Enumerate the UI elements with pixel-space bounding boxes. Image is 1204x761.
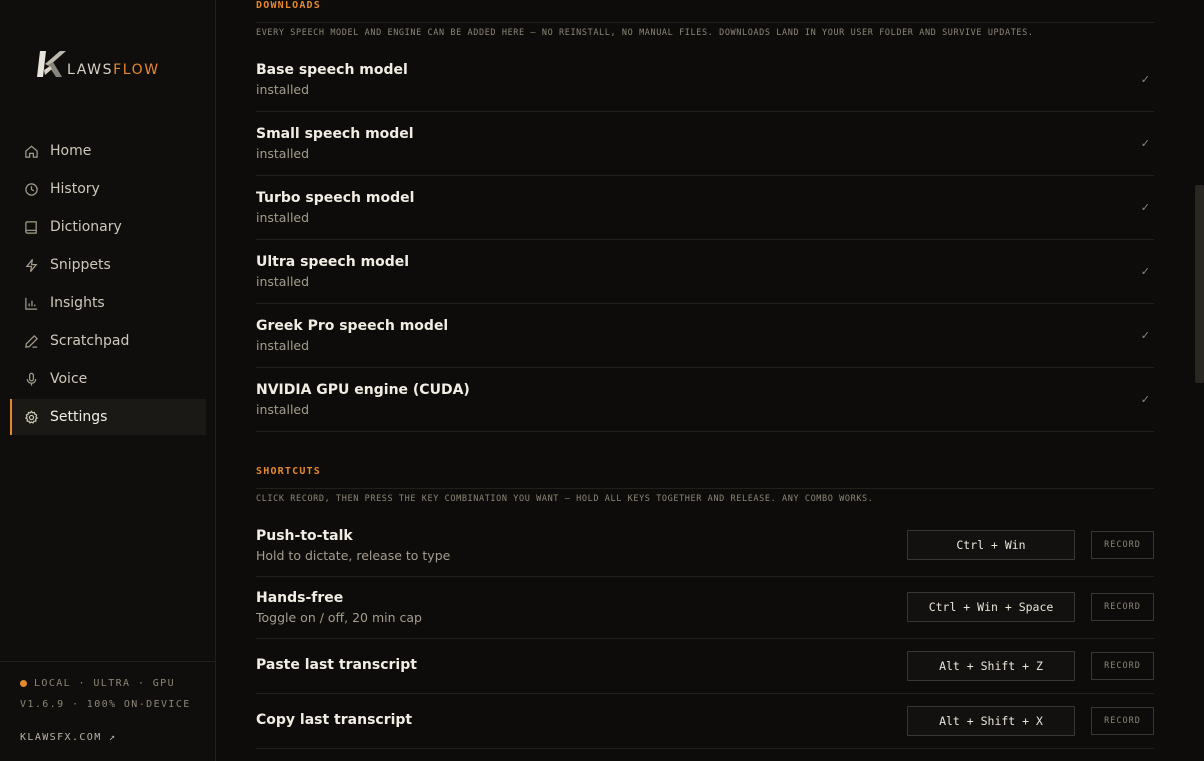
check-icon: ✓ <box>1140 201 1150 214</box>
check-icon: ✓ <box>1140 329 1150 342</box>
downloads-description: EVERY SPEECH MODEL AND ENGINE CAN BE ADD… <box>256 28 1034 38</box>
sidebar-nav: Home History Dictionary Snippets Insight… <box>10 133 206 437</box>
sidebar-item-label: Insights <box>50 295 105 311</box>
shortcut-paste-last: Paste last transcript Alt + Shift + Z RE… <box>256 639 1154 694</box>
sidebar-item-snippets[interactable]: Snippets <box>10 247 206 283</box>
logo-mark-icon <box>37 51 66 77</box>
download-item-status: installed <box>256 210 310 225</box>
sidebar-item-settings[interactable]: Settings <box>10 399 206 435</box>
sidebar-item-label: Home <box>50 143 92 159</box>
engine-status-text: LOCAL · ULTRA · GPU <box>34 678 175 689</box>
download-item-cuda: NVIDIA GPU engine (CUDA) installed ✓ <box>256 368 1154 432</box>
bar-chart-icon <box>25 297 38 310</box>
sidebar-item-label: Dictionary <box>50 219 122 235</box>
brand-wordmark: LAWSFLOW <box>67 62 160 78</box>
download-item-status: installed <box>256 402 310 417</box>
shortcut-description: Toggle on / off, 20 min cap <box>256 610 422 625</box>
sidebar-item-dictionary[interactable]: Dictionary <box>10 209 206 245</box>
shortcut-name: Paste last transcript <box>256 657 417 673</box>
record-button[interactable]: RECORD <box>1091 531 1154 559</box>
gear-icon <box>24 409 39 424</box>
section-divider <box>256 22 1154 23</box>
download-item-name: NVIDIA GPU engine (CUDA) <box>256 382 470 398</box>
shortcut-keys-display: Ctrl + Win <box>907 530 1075 560</box>
download-item-turbo: Turbo speech model installed ✓ <box>256 176 1154 240</box>
download-item-status: installed <box>256 274 310 289</box>
shortcut-push-to-talk: Push-to-talk Hold to dictate, release to… <box>256 514 1154 577</box>
download-item-name: Greek Pro speech model <box>256 318 449 334</box>
check-icon: ✓ <box>1140 265 1150 278</box>
microphone-icon <box>26 372 37 386</box>
sidebar-item-label: Snippets <box>50 257 111 273</box>
download-item-status: installed <box>256 82 310 97</box>
scrollbar-thumb[interactable] <box>1195 185 1204 383</box>
shortcut-keys-display: Alt + Shift + X <box>907 706 1075 736</box>
sidebar-item-label: History <box>50 181 100 197</box>
sidebar-item-label: Scratchpad <box>50 333 130 349</box>
section-divider <box>256 488 1154 489</box>
sidebar-item-home[interactable]: Home <box>10 133 206 169</box>
home-icon <box>25 145 38 158</box>
record-button[interactable]: RECORD <box>1091 707 1154 735</box>
shortcut-name: Push-to-talk <box>256 528 353 544</box>
shortcut-name: Copy last transcript <box>256 712 413 728</box>
brand-logo[interactable]: LAWSFLOW <box>36 48 186 84</box>
status-dot-icon <box>20 680 27 687</box>
sidebar: LAWSFLOW Home History Dictionary Snippet… <box>0 0 216 761</box>
bolt-icon <box>25 258 38 272</box>
website-link[interactable]: KLAWSFX.COM ↗ <box>20 732 116 743</box>
download-item-greek-pro: Greek Pro speech model installed ✓ <box>256 304 1154 368</box>
check-icon: ✓ <box>1140 137 1150 150</box>
shortcut-hands-free: Hands-free Toggle on / off, 20 min cap C… <box>256 577 1154 639</box>
check-icon: ✓ <box>1140 393 1150 406</box>
downloads-section-title: DOWNLOADS <box>256 0 321 11</box>
download-item-status: installed <box>256 338 310 353</box>
download-item-name: Ultra speech model <box>256 254 410 270</box>
download-item-name: Small speech model <box>256 126 414 142</box>
brand-name-part2: FLOW <box>113 62 160 78</box>
download-item-name: Base speech model <box>256 62 408 78</box>
version-info: V1.6.9 · 100% ON-DEVICE <box>20 699 191 710</box>
settings-panel: DOWNLOADS EVERY SPEECH MODEL AND ENGINE … <box>216 0 1204 761</box>
brand-name-part1: LAWS <box>67 62 114 78</box>
shortcut-name: Hands-free <box>256 590 344 606</box>
shortcut-copy-last: Copy last transcript Alt + Shift + X REC… <box>256 694 1154 749</box>
download-item-status: installed <box>256 146 310 161</box>
engine-status: LOCAL · ULTRA · GPU <box>20 678 175 689</box>
sidebar-item-label: Voice <box>50 371 88 387</box>
download-item-base: Base speech model installed ✓ <box>256 48 1154 112</box>
book-icon <box>25 220 37 234</box>
sidebar-item-scratchpad[interactable]: Scratchpad <box>10 323 206 359</box>
sidebar-item-insights[interactable]: Insights <box>10 285 206 321</box>
sidebar-footer: LOCAL · ULTRA · GPU V1.6.9 · 100% ON-DEV… <box>0 661 216 761</box>
sidebar-item-label: Settings <box>50 409 108 425</box>
pen-icon <box>25 334 38 348</box>
download-item-small: Small speech model installed ✓ <box>256 112 1154 176</box>
download-item-name: Turbo speech model <box>256 190 415 206</box>
sidebar-item-history[interactable]: History <box>10 171 206 207</box>
shortcut-description: Hold to dictate, release to type <box>256 548 451 563</box>
sidebar-item-voice[interactable]: Voice <box>10 361 206 397</box>
record-button[interactable]: RECORD <box>1091 652 1154 680</box>
shortcut-keys-display: Alt + Shift + Z <box>907 651 1075 681</box>
clock-icon <box>25 182 38 196</box>
record-button[interactable]: RECORD <box>1091 593 1154 621</box>
shortcuts-description: CLICK RECORD, THEN PRESS THE KEY COMBINA… <box>256 494 874 504</box>
shortcut-keys-display: Ctrl + Win + Space <box>907 592 1075 622</box>
download-item-ultra: Ultra speech model installed ✓ <box>256 240 1154 304</box>
shortcuts-section-title: SHORTCUTS <box>256 466 321 477</box>
check-icon: ✓ <box>1140 73 1150 86</box>
